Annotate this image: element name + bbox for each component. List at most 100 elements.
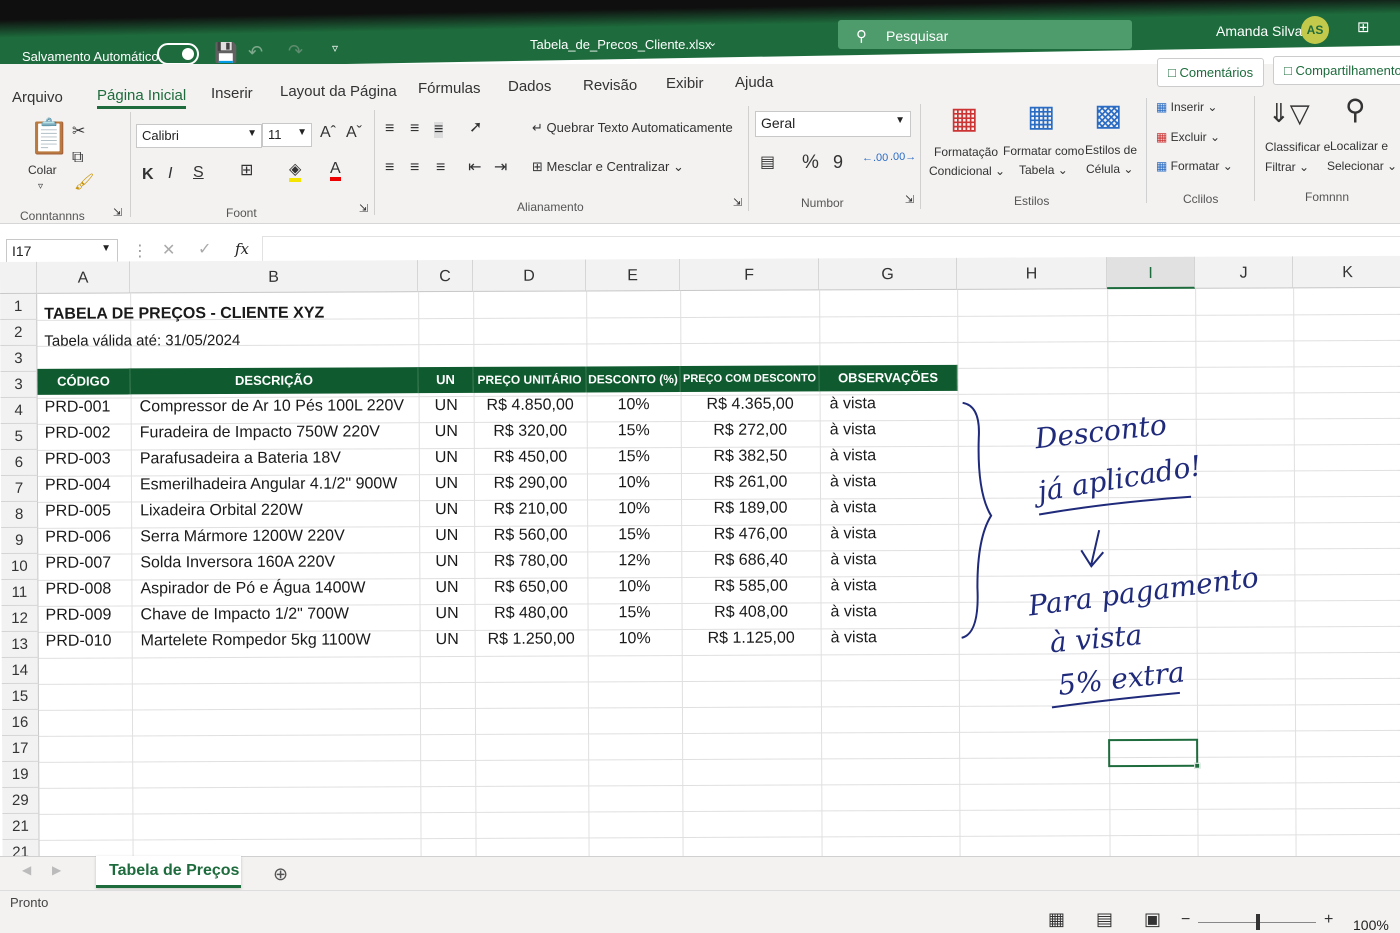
cell-descricao[interactable]: Lixadeira Orbital 220W (140, 502, 303, 521)
tab-dados[interactable]: Dados (508, 78, 551, 95)
cell-observacoes[interactable]: à vista (830, 603, 876, 621)
ribbon-display-icon[interactable]: ⊞ (1357, 18, 1370, 36)
dialog-launcher-icon[interactable]: ⇲ (905, 195, 914, 206)
cell-preco[interactable]: R$ 560,00 (474, 526, 587, 544)
table-header-observacoes[interactable]: OBSERVAÇÕES (819, 364, 958, 392)
active-cell-selection[interactable] (1108, 738, 1201, 769)
cell-descricao[interactable]: Chave de Impacto 1/2" 700W (141, 605, 350, 624)
cell-un[interactable]: UN (435, 449, 458, 467)
cell-desconto[interactable]: 15% (587, 448, 681, 466)
decrease-decimal-icon[interactable]: .00→ (890, 152, 916, 163)
tab-inserir[interactable]: Inserir (211, 85, 253, 102)
column-header[interactable]: J (1194, 256, 1294, 289)
cell-descricao[interactable]: Solda Inversora 160A 220V (140, 554, 335, 573)
cell-un[interactable]: UN (435, 579, 458, 597)
column-header[interactable]: E (585, 259, 681, 292)
cell-desconto[interactable]: 10% (587, 500, 681, 518)
chevron-down-icon[interactable]: ⌄ (708, 36, 717, 49)
find-select-label[interactable]: Selecionar ⌄ (1327, 159, 1397, 173)
align-middle-icon[interactable]: ≡ (410, 121, 419, 137)
cell-desconto[interactable]: 10% (588, 630, 682, 648)
cell-observacoes[interactable]: à vista (830, 421, 876, 439)
table-header-un[interactable]: UN (418, 366, 474, 394)
row-header[interactable]: 11 (1, 579, 39, 606)
cell-un[interactable]: UN (435, 423, 458, 441)
row-header[interactable]: 6 (0, 449, 38, 476)
cancel-icon[interactable]: ✕ (162, 243, 175, 259)
dialog-launcher-icon[interactable]: ⇲ (113, 208, 122, 219)
cell-preco-desconto[interactable]: R$ 585,00 (681, 577, 820, 596)
cell-un[interactable]: UN (435, 527, 458, 545)
cell-styles-icon[interactable]: ▩ (1094, 101, 1122, 131)
cell-desconto[interactable]: 15% (587, 422, 681, 440)
row-header[interactable]: 15 (1, 683, 39, 710)
borders-icon[interactable]: ⊞ (240, 163, 253, 179)
fill-color-icon[interactable]: ◈ (289, 162, 302, 182)
copy-icon[interactable]: ⧉ (72, 150, 83, 166)
comma-style-icon[interactable]: 9 (833, 153, 843, 171)
select-all-corner[interactable] (0, 261, 38, 294)
conditional-format-label[interactable]: Condicional ⌄ (929, 164, 1005, 178)
cell-preco-desconto[interactable]: R$ 408,00 (681, 603, 820, 622)
cell-preco[interactable]: R$ 4.850,00 (474, 396, 587, 414)
tab-arquivo[interactable]: Arquivo (12, 89, 63, 106)
bold-icon[interactable]: K (142, 167, 154, 183)
prev-sheet-icon[interactable]: ◀ (22, 864, 31, 876)
italic-icon[interactable]: I (168, 166, 172, 182)
column-header[interactable]: K (1292, 255, 1400, 289)
cell-observacoes[interactable]: à vista (830, 577, 876, 595)
row-header[interactable]: 17 (2, 735, 40, 762)
cell-codigo[interactable]: PRD-002 (45, 425, 111, 443)
cell-codigo[interactable]: PRD-003 (45, 451, 111, 469)
cell-un[interactable]: UN (436, 605, 459, 623)
format-table-icon[interactable]: ▦ (1027, 102, 1055, 132)
cell-codigo[interactable]: PRD-010 (46, 633, 112, 651)
cell-preco-desconto[interactable]: R$ 4.365,00 (681, 395, 820, 414)
sheet-title[interactable]: TABELA DE PREÇOS - CLIENTE XYZ (44, 305, 324, 324)
insert-cells-button[interactable]: ▦ Inserir ⌄ (1156, 100, 1217, 114)
fx-icon[interactable]: fx (235, 240, 249, 258)
cell-descricao[interactable]: Martelete Rompedor 5kg 1100W (141, 631, 371, 650)
cell-codigo[interactable]: PRD-009 (46, 607, 112, 625)
cell-codigo[interactable]: PRD-008 (45, 581, 111, 599)
row-header[interactable]: 2 (0, 319, 38, 346)
font-size-select[interactable]: 11 ▼ (262, 123, 312, 147)
sort-filter-button[interactable]: Classificar e (1265, 140, 1330, 154)
dialog-launcher-icon[interactable]: ⇲ (733, 198, 742, 209)
delete-cells-button[interactable]: ▦ Excluir ⌄ (1156, 130, 1220, 144)
increase-font-icon[interactable]: Aˆ (320, 125, 336, 141)
number-format-select[interactable]: Geral ▼ (755, 111, 911, 137)
cell-preco-desconto[interactable]: R$ 1.125,00 (682, 629, 821, 648)
underline-icon[interactable]: S (193, 165, 204, 181)
row-header[interactable]: 9 (1, 527, 39, 554)
cell-preco-desconto[interactable]: R$ 272,00 (681, 421, 820, 440)
cell-descricao[interactable]: Parafusadeira a Bateria 18V (140, 450, 341, 469)
cell-preco-desconto[interactable]: R$ 189,00 (681, 499, 820, 518)
sort-filter-label[interactable]: Filtrar ⌄ (1265, 160, 1309, 174)
align-center-icon[interactable]: ≡ (410, 160, 419, 176)
cell-observacoes[interactable]: à vista (830, 551, 876, 569)
zoom-in-icon[interactable]: + (1324, 912, 1333, 928)
save-icon[interactable]: 💾 (214, 44, 238, 63)
row-header[interactable]: 4 (0, 397, 38, 424)
column-header[interactable]: G (818, 257, 958, 291)
tab-layout[interactable]: Layout da Página (280, 83, 397, 100)
fill-handle[interactable] (1194, 762, 1201, 769)
column-header[interactable]: H (956, 257, 1108, 290)
cell-preco[interactable]: R$ 290,00 (474, 474, 587, 492)
table-header-preco[interactable]: PREÇO UNITÁRIO (473, 366, 587, 393)
column-header[interactable]: D (472, 259, 587, 292)
tab-formulas[interactable]: Fórmulas (418, 80, 481, 97)
row-header[interactable]: 29 (2, 787, 40, 814)
cut-icon[interactable]: ✂ (72, 124, 85, 140)
cell-descricao[interactable]: Compressor de Ar 10 Pés 100L 220V (140, 397, 405, 416)
sheet-tab-active[interactable]: Tabela de Preços (96, 856, 241, 888)
row-header[interactable]: 12 (1, 605, 39, 632)
merge-center-button[interactable]: ⊞ Mesclar e Centralizar ⌄ (532, 159, 684, 175)
cell-observacoes[interactable]: à vista (831, 629, 877, 647)
percent-icon[interactable]: % (802, 153, 819, 172)
cell-observacoes[interactable]: à vista (830, 395, 876, 413)
autosave-toggle[interactable] (157, 43, 199, 65)
column-header[interactable]: A (36, 261, 131, 294)
row-header[interactable]: 13 (1, 631, 39, 658)
